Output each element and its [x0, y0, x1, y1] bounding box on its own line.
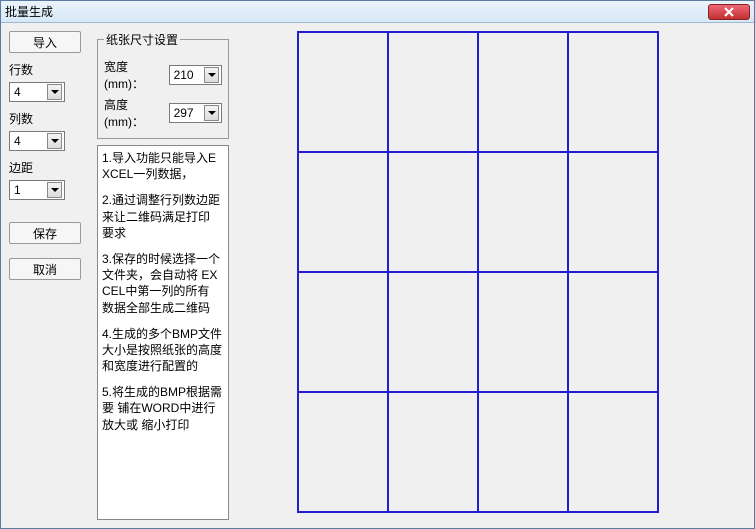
titlebar: 批量生成: [1, 1, 754, 23]
readme-line: 1.导入功能只能导入EXCEL一列数据，: [102, 150, 224, 182]
paper-width-dropdown[interactable]: 210: [169, 65, 222, 85]
grid-cell: [478, 272, 568, 392]
margin-value: 1: [14, 183, 47, 197]
rows-dropdown[interactable]: 4: [9, 82, 65, 102]
grid-cell: [388, 272, 478, 392]
grid-cell: [568, 392, 658, 512]
margin-dropdown[interactable]: 1: [9, 180, 65, 200]
chevron-down-icon: [204, 105, 219, 121]
paper-size-group: 纸张尺寸设置 宽度(mm)： 210 高度(mm)： 297: [97, 31, 229, 139]
margin-label: 边距: [9, 159, 89, 176]
rows-label: 行数: [9, 61, 89, 78]
grid-cell: [388, 152, 478, 272]
chevron-down-icon: [47, 84, 62, 100]
grid-cell: [298, 32, 388, 152]
body: 导入 行数 4 列数 4 边距 1 保存 取消 纸张尺寸: [1, 23, 754, 528]
paper-width-label: 宽度(mm)：: [104, 58, 165, 92]
chevron-down-icon: [47, 182, 62, 198]
window: 批量生成 导入 行数 4 列数 4 边距 1: [0, 0, 755, 529]
chevron-down-icon: [47, 133, 62, 149]
rows-value: 4: [14, 85, 47, 99]
grid-cell: [568, 272, 658, 392]
grid-cell: [478, 392, 568, 512]
grid-cell: [568, 32, 658, 152]
preview-area: [237, 31, 746, 520]
chevron-down-icon: [204, 67, 219, 83]
grid-cell: [298, 272, 388, 392]
grid-cell: [478, 152, 568, 272]
grid-cell: [298, 152, 388, 272]
close-icon: [724, 7, 734, 17]
cols-value: 4: [14, 134, 47, 148]
paper-width-value: 210: [174, 68, 204, 82]
cols-dropdown[interactable]: 4: [9, 131, 65, 151]
paper-size-legend: 纸张尺寸设置: [104, 31, 180, 48]
paper-height-label: 高度(mm)：: [104, 96, 165, 130]
save-button[interactable]: 保存: [9, 222, 81, 244]
left-column: 导入 行数 4 列数 4 边距 1 保存 取消: [9, 31, 89, 520]
grid-preview: [297, 31, 659, 513]
middle-column: 纸张尺寸设置 宽度(mm)： 210 高度(mm)： 297: [97, 31, 229, 520]
grid-cell: [388, 392, 478, 512]
window-title: 批量生成: [5, 3, 708, 20]
paper-height-dropdown[interactable]: 297: [169, 103, 222, 123]
paper-height-value: 297: [174, 106, 204, 120]
grid-cell: [568, 152, 658, 272]
readme-line: 4.生成的多个BMP文件 大小是按照纸张的高度 和宽度进行配置的: [102, 326, 224, 375]
cancel-button[interactable]: 取消: [9, 258, 81, 280]
readme-panel: 1.导入功能只能导入EXCEL一列数据， 2.通过调整行列数边距 来让二维码满足…: [97, 145, 229, 520]
close-button[interactable]: [708, 4, 750, 20]
readme-line: 2.通过调整行列数边距 来让二维码满足打印 要求: [102, 192, 224, 241]
grid-cell: [388, 32, 478, 152]
cols-label: 列数: [9, 110, 89, 127]
grid-cell: [478, 32, 568, 152]
readme-line: 5.将生成的BMP根据需要 铺在WORD中进行放大或 缩小打印: [102, 384, 224, 433]
import-button[interactable]: 导入: [9, 31, 81, 53]
readme-line: 3.保存的时候选择一个 文件夹，会自动将 EXCEL中第一列的所有 数据全部生成…: [102, 251, 224, 316]
grid-cell: [298, 392, 388, 512]
